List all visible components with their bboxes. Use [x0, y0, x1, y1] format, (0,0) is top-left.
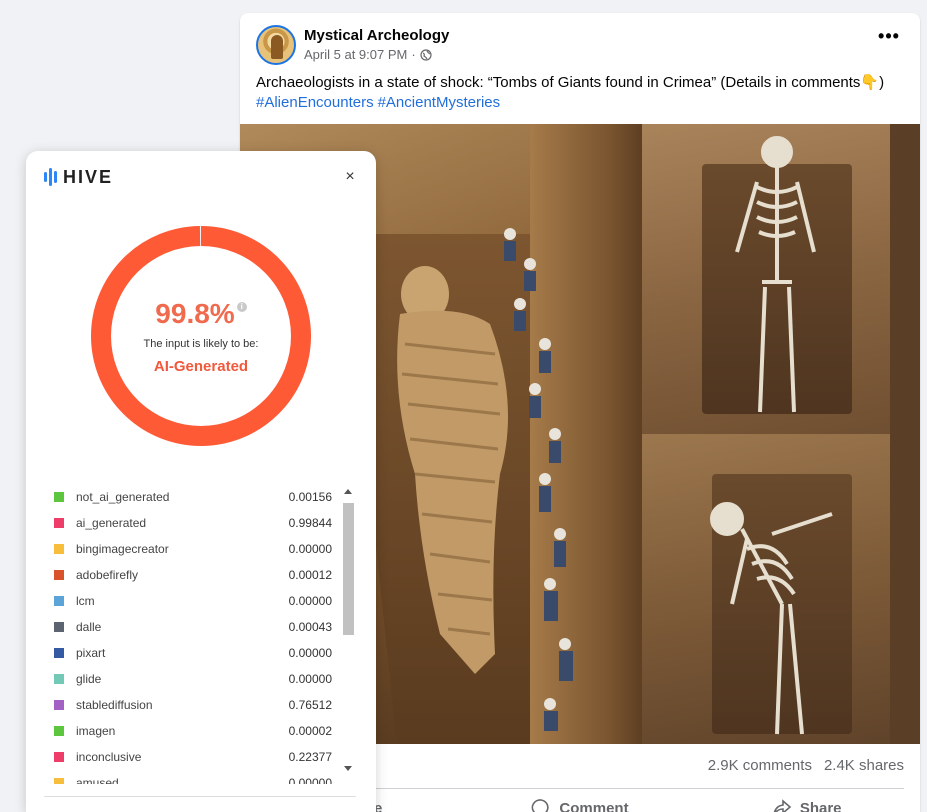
color-swatch — [54, 648, 64, 658]
result-row: adobefirefly 0.00012 — [54, 562, 332, 588]
hive-brand-name: HIVE — [63, 166, 114, 187]
post-stats: 2.9K comments 2.4K shares — [708, 757, 904, 774]
color-swatch — [54, 518, 64, 528]
post-text: Archaeologists in a state of shock: “Tom… — [256, 73, 906, 113]
result-label: stablediffusion — [76, 698, 153, 712]
color-swatch — [54, 778, 64, 784]
comments-count[interactable]: 2.9K comments — [708, 757, 812, 774]
result-value: 0.00012 — [288, 568, 332, 582]
comment-icon — [532, 799, 550, 812]
meta-separator: · — [411, 47, 416, 62]
hashtags: #AlienEncounters #AncientMysteries — [256, 93, 906, 113]
color-swatch — [54, 700, 64, 710]
share-icon — [773, 799, 792, 812]
comment-label: Comment — [559, 799, 629, 812]
result-row: glide 0.00000 — [54, 666, 332, 692]
result-row: bingimagecreator 0.00000 — [54, 536, 332, 562]
results-scrollbar[interactable] — [341, 485, 355, 785]
result-label: imagen — [76, 724, 116, 738]
result-value: 0.00000 — [288, 672, 332, 686]
info-icon[interactable]: i — [236, 301, 247, 312]
crowd-figures — [504, 228, 573, 731]
color-swatch — [54, 570, 64, 580]
result-label: ai_generated — [76, 516, 147, 530]
color-swatch — [54, 752, 64, 762]
color-swatch — [54, 726, 64, 736]
post-timestamp[interactable]: April 5 at 9:07 PM — [304, 47, 407, 62]
result-row: pixart 0.00000 — [54, 640, 332, 666]
color-swatch — [54, 596, 64, 606]
hive-header: HIVE × — [44, 165, 360, 189]
page-name-link[interactable]: Mystical Archeology — [304, 27, 449, 44]
hashtag-link[interactable]: #AlienEncounters — [256, 94, 374, 111]
result-value: 0.76512 — [288, 698, 332, 712]
post-caption: Archaeologists in a state of shock: “Tom… — [256, 74, 885, 91]
result-label: adobefirefly — [76, 568, 139, 582]
post-header: Mystical Archeology April 5 at 9:07 PM ·… — [256, 25, 904, 69]
score-value-wrap: 99.8% i — [155, 297, 247, 330]
score-percent: 99.8% — [155, 297, 235, 329]
score-caption: The input is likely to be: — [143, 337, 259, 350]
result-row: dalle 0.00043 — [54, 614, 332, 640]
result-row: ai_generated 0.99844 — [54, 510, 332, 536]
result-label: dalle — [76, 620, 102, 634]
result-value: 0.00000 — [288, 646, 332, 660]
result-value: 0.99844 — [288, 516, 332, 530]
result-value: 0.00000 — [288, 542, 332, 556]
result-label: amused — [76, 776, 119, 784]
skeleton-lying-image — [642, 434, 890, 744]
comment-button[interactable]: Comment — [467, 793, 694, 812]
result-value: 0.00000 — [288, 594, 332, 608]
score-summary: 99.8% i The input is likely to be: AI-Ge… — [90, 225, 312, 447]
hive-detector-panel: HIVE × 99.8% i The input is likely to be… — [26, 151, 376, 812]
scroll-up-icon[interactable] — [344, 489, 352, 494]
skeleton-figure — [710, 502, 833, 735]
model-results-list[interactable]: not_ai_generated 0.00156 ai_generated 0.998… — [26, 484, 366, 784]
result-row: amused 0.00000 — [54, 770, 332, 784]
result-row: lcm 0.00000 — [54, 588, 332, 614]
skeleton-standing-image — [642, 124, 890, 434]
hive-logo: HIVE — [44, 167, 113, 188]
result-row: inconclusive 0.22377 — [54, 744, 332, 770]
result-value: 0.00002 — [288, 724, 332, 738]
result-value: 0.00043 — [288, 620, 332, 634]
result-label: glide — [76, 672, 102, 686]
verdict-label: AI-Generated — [153, 357, 249, 375]
color-swatch — [54, 492, 64, 502]
result-label: inconclusive — [76, 750, 142, 764]
share-button[interactable]: Share — [693, 793, 920, 812]
result-label: bingimagecreator — [76, 542, 169, 556]
hashtag-link[interactable]: #AncientMysteries — [378, 94, 501, 111]
divider — [44, 796, 356, 797]
result-label: not_ai_generated — [76, 490, 170, 504]
color-swatch — [54, 622, 64, 632]
page-avatar[interactable] — [256, 25, 296, 65]
color-swatch — [54, 674, 64, 684]
share-label: Share — [799, 799, 842, 812]
result-value: 0.00156 — [288, 490, 332, 504]
hive-logo-icon — [44, 168, 57, 186]
result-row: imagen 0.00002 — [54, 718, 332, 744]
globe-icon — [420, 48, 432, 61]
close-icon[interactable]: × — [340, 167, 360, 187]
more-options-button[interactable]: ••• — [874, 27, 904, 51]
result-row: stablediffusion 0.76512 — [54, 692, 332, 718]
scroll-thumb[interactable] — [343, 503, 354, 635]
result-value: 0.00000 — [288, 776, 332, 784]
result-label: pixart — [76, 646, 106, 660]
result-value: 0.22377 — [288, 750, 332, 764]
result-row: not_ai_generated 0.00156 — [54, 484, 332, 510]
skeleton-figure — [735, 136, 816, 413]
post-meta: April 5 at 9:07 PM · — [304, 47, 432, 62]
shares-count[interactable]: 2.4K shares — [824, 757, 904, 774]
scroll-down-icon[interactable] — [344, 766, 352, 771]
result-label: lcm — [76, 594, 95, 608]
color-swatch — [54, 544, 64, 554]
